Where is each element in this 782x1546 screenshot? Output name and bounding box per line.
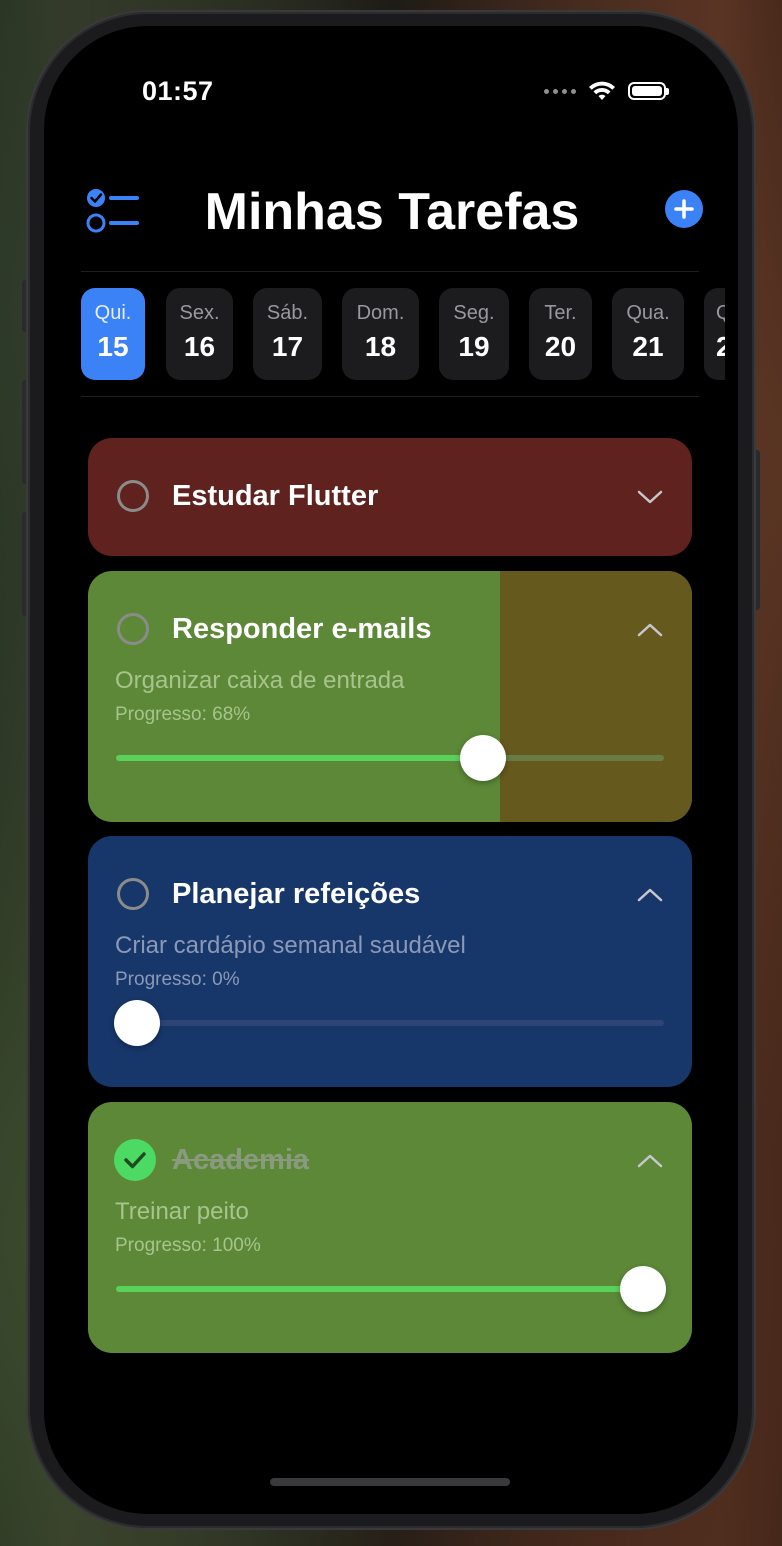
date-chip-day: Qui. bbox=[94, 302, 132, 324]
date-chip[interactable]: Dom. 18 bbox=[342, 288, 419, 380]
status-time: 01:57 bbox=[142, 76, 214, 106]
task-description: Treinar peito bbox=[115, 1198, 249, 1225]
task-progress-label: Progresso: 100% bbox=[115, 1235, 261, 1256]
task-checkbox-checked[interactable] bbox=[114, 1139, 156, 1181]
date-chip-selected[interactable]: Qui. 15 bbox=[81, 288, 145, 380]
progress-slider-thumb[interactable] bbox=[114, 1000, 160, 1046]
date-chip[interactable]: Sex. 16 bbox=[166, 288, 233, 380]
date-chip[interactable]: Qua. 21 bbox=[612, 288, 684, 380]
task-title: Responder e-mails bbox=[172, 613, 432, 645]
plus-icon bbox=[674, 199, 694, 219]
date-chip-day: Ter. bbox=[544, 302, 577, 324]
task-card[interactable]: Planejar refeições Criar cardápio semana… bbox=[88, 836, 692, 1087]
date-chip[interactable]: Q 2 bbox=[704, 288, 725, 380]
task-checkbox[interactable] bbox=[117, 480, 149, 512]
cellular-signal-icon bbox=[544, 88, 576, 94]
date-chip-day: Seg. bbox=[453, 302, 495, 324]
app-header: Minhas Tarefas bbox=[81, 174, 703, 274]
task-description: Criar cardápio semanal saudável bbox=[115, 932, 466, 959]
checkmark-icon bbox=[124, 1152, 146, 1169]
progress-slider-thumb[interactable] bbox=[460, 735, 506, 781]
date-chip-day: Sáb. bbox=[266, 302, 309, 324]
task-checkbox[interactable] bbox=[117, 613, 149, 645]
task-title: Academia bbox=[172, 1144, 310, 1176]
status-icons bbox=[544, 80, 669, 102]
progress-slider[interactable] bbox=[116, 735, 664, 781]
date-chip-number: 18 bbox=[364, 331, 397, 362]
date-chip-day: Q bbox=[716, 302, 725, 324]
date-chip-number: 19 bbox=[458, 331, 490, 362]
task-description: Organizar caixa de entrada bbox=[115, 667, 405, 694]
task-title: Planejar refeições bbox=[172, 878, 421, 910]
home-indicator[interactable] bbox=[270, 1478, 510, 1486]
date-chip-number: 15 bbox=[97, 331, 129, 362]
date-chip-number: 17 bbox=[271, 331, 304, 362]
task-card[interactable]: Academia Treinar peito Progresso: 100% bbox=[88, 1102, 692, 1353]
progress-slider[interactable] bbox=[116, 1266, 666, 1312]
date-chip[interactable]: Seg. 19 bbox=[439, 288, 509, 380]
date-chip[interactable]: Sáb. 17 bbox=[253, 288, 322, 380]
header-divider bbox=[81, 271, 699, 272]
task-checkbox[interactable] bbox=[117, 878, 149, 910]
date-chip[interactable]: Ter. 20 bbox=[529, 288, 592, 380]
date-selector[interactable]: Qui. 15 Sex. 16 Sáb. 17 Dom. 18 Seg. 19 … bbox=[81, 288, 725, 380]
date-chip-day: Qua. bbox=[626, 302, 670, 324]
task-progress-label: Progresso: 68% bbox=[115, 704, 251, 725]
chevron-up-icon[interactable] bbox=[636, 886, 664, 904]
progress-highlight bbox=[500, 571, 692, 822]
progress-slider-fill bbox=[116, 1286, 664, 1292]
add-task-button[interactable] bbox=[665, 190, 703, 228]
progress-slider-thumb[interactable] bbox=[620, 1266, 666, 1312]
date-chip-day: Sex. bbox=[179, 302, 220, 324]
date-strip-divider bbox=[81, 396, 699, 397]
date-chip-number: 16 bbox=[183, 331, 216, 362]
battery-icon bbox=[628, 82, 669, 100]
chevron-up-icon[interactable] bbox=[636, 1152, 664, 1170]
chevron-down-icon[interactable] bbox=[636, 488, 664, 506]
progress-slider-fill bbox=[116, 755, 482, 761]
chevron-up-icon[interactable] bbox=[636, 621, 664, 639]
task-title: Estudar Flutter bbox=[172, 480, 379, 512]
power-button bbox=[754, 450, 760, 610]
task-card[interactable]: Responder e-mails Organizar caixa de ent… bbox=[88, 571, 692, 822]
task-card[interactable]: Estudar Flutter bbox=[88, 438, 692, 556]
date-chip-number: 21 bbox=[632, 331, 664, 362]
phone-screen: 01:57 Minhas Tarefas Qui. 15 Sex. 16 Sáb… bbox=[44, 26, 738, 1514]
progress-slider[interactable] bbox=[114, 1000, 664, 1046]
page-title: Minhas Tarefas bbox=[204, 183, 580, 241]
date-chip-day: Dom. bbox=[356, 302, 405, 324]
date-chip-number: 2 bbox=[716, 331, 725, 362]
date-chip-number: 20 bbox=[544, 331, 577, 362]
task-progress-label: Progresso: 0% bbox=[115, 969, 240, 990]
wifi-icon bbox=[589, 81, 615, 100]
